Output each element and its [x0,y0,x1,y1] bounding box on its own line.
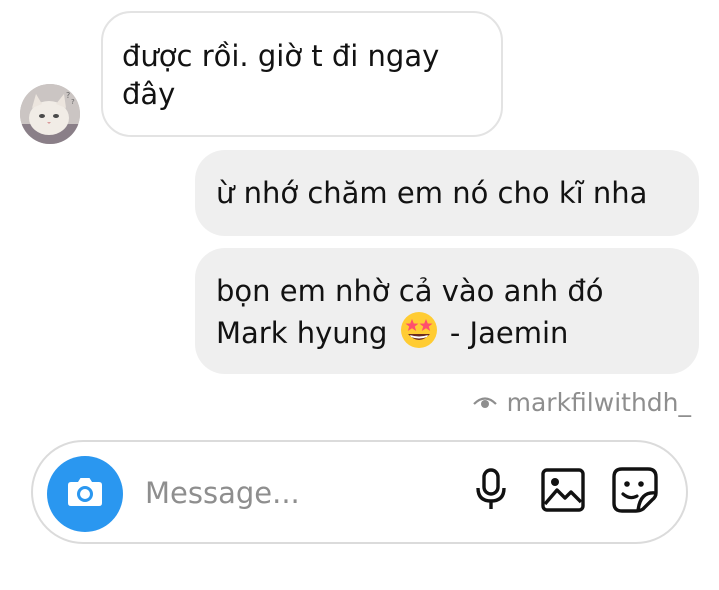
eye-icon [472,388,497,417]
mic-icon [475,468,507,516]
star-struck-emoji-icon [399,310,439,350]
camera-button[interactable] [47,456,123,532]
seen-by-username: markfilwithdh_ [506,387,691,417]
sender-avatar[interactable]: ? ? [20,84,80,144]
sticker-icon [612,467,658,517]
outgoing-message-bubble[interactable]: bọn em nhờ cả vào anh đó Mark hyung - Ja… [195,248,699,374]
message-text: - Jaemin [449,316,569,350]
message-text: ừ nhớ chăm em nó cho kĩ nha [216,176,648,210]
incoming-message-bubble[interactable]: được rồi. giờ t đi ngay đây [101,11,503,137]
voice-message-button[interactable] [465,466,517,518]
gallery-button[interactable] [537,466,589,518]
seen-receipt: markfilwithdh_ [472,386,691,418]
message-composer [31,440,688,544]
camera-icon [67,477,103,511]
svg-text:?: ? [71,98,75,106]
outgoing-message-bubble[interactable]: ừ nhớ chăm em nó cho kĩ nha [195,150,699,236]
svg-text:?: ? [66,91,70,100]
message-input[interactable] [145,470,445,516]
gallery-icon [541,468,585,516]
message-text: được rồi. giờ t đi ngay đây [122,39,440,111]
sticker-button[interactable] [609,466,661,518]
